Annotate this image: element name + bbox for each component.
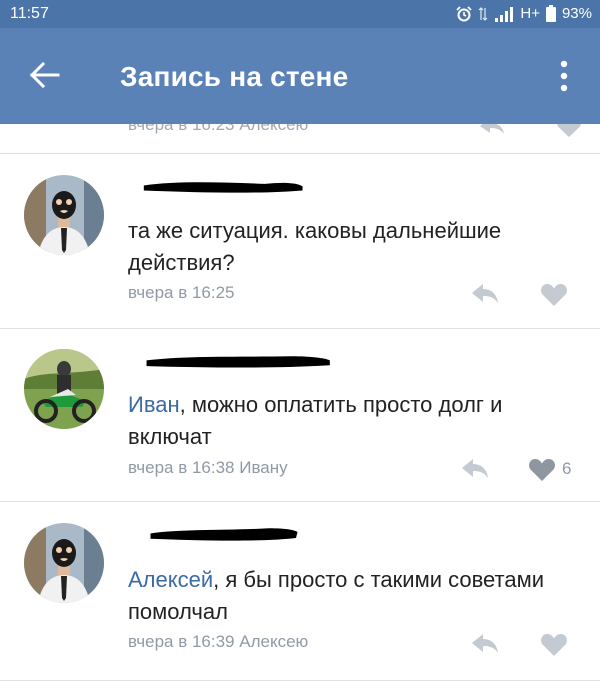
comment-item: Иван, можно оплатить просто долг и включ…: [0, 329, 600, 501]
avatar[interactable]: [24, 175, 104, 255]
comment-meta: вчера в 16:39 Алексею: [128, 632, 309, 651]
battery-icon: [545, 5, 556, 22]
status-bar: 11:57 H+ 93%: [0, 0, 600, 28]
comment-text: Алексей, я бы просто с такими советами п…: [128, 564, 578, 628]
comment-item: та же ситуация. каковы дальнейшие действ…: [0, 155, 600, 328]
previous-comment-meta: вчера в 16:23 Алексею: [128, 124, 309, 134]
redacted-author-name: [143, 182, 303, 193]
mention-link[interactable]: Алексей: [128, 567, 213, 592]
comment-text: Иван, можно оплатить просто долг и включ…: [128, 389, 578, 453]
data-transfer-icon: [478, 6, 488, 22]
page-title: Запись на стене: [120, 61, 349, 92]
comment-body: , можно оплатить просто долг и включат: [128, 392, 503, 449]
network-type: H+: [520, 5, 540, 22]
heart-icon[interactable]: [540, 283, 568, 307]
status-icons: H+ 93%: [456, 5, 592, 22]
comment-text: та же ситуация. каковы дальнейшие действ…: [128, 215, 578, 279]
comment-item: Алексей, я бы просто с такими советами п…: [0, 502, 600, 683]
heart-icon[interactable]: [540, 633, 568, 657]
avatar[interactable]: [24, 349, 104, 429]
like-count: 6: [562, 459, 572, 478]
more-vertical-icon[interactable]: [552, 58, 576, 94]
heart-icon[interactable]: [528, 458, 556, 482]
comment-meta: вчера в 16:38 Ивану: [128, 458, 288, 477]
app-bar: Запись на стене: [0, 28, 600, 124]
heart-icon[interactable]: [556, 124, 582, 138]
back-arrow-icon[interactable]: [28, 60, 62, 90]
divider: [0, 680, 600, 681]
redacted-author-name: [146, 356, 330, 368]
signal-icon: [494, 6, 514, 22]
comment-body: та же ситуация. каковы дальнейшие действ…: [128, 218, 502, 275]
reply-icon[interactable]: [460, 457, 490, 481]
redacted-author-name: [150, 528, 298, 541]
status-time: 11:57: [10, 5, 49, 22]
avatar[interactable]: [24, 523, 104, 603]
reply-icon[interactable]: [478, 124, 506, 136]
previous-comment-partial: вчера в 16:23 Алексею: [0, 124, 600, 154]
alarm-icon: [456, 5, 473, 22]
reply-icon[interactable]: [470, 282, 500, 306]
reply-icon[interactable]: [470, 632, 500, 656]
mention-link[interactable]: Иван: [128, 392, 180, 417]
battery-level: 93%: [561, 5, 592, 22]
comment-meta: вчера в 16:25: [128, 283, 235, 302]
